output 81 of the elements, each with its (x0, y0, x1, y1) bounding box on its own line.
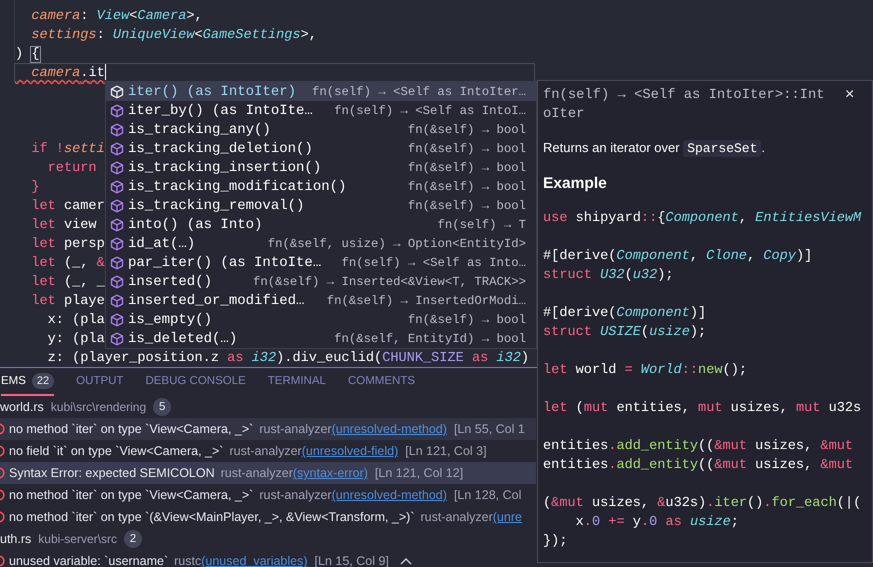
code-line: y: (pla (46, 331, 106, 348)
description-text: Returns an iterator over SparseSet . (543, 139, 766, 159)
completion-item[interactable]: is_tracking_any() fn(&self) → bool (106, 120, 536, 139)
file-name[interactable]: uth.rs (0, 532, 32, 546)
completion-item[interactable]: inserted() fn(&self) → Inserted<&View<T, TRACK>> (106, 272, 536, 291)
cube-icon (110, 104, 124, 118)
completion-item[interactable]: is_tracking_insertion() fn(&self) → bool (106, 158, 536, 177)
problem-row[interactable]: no field `it` on type `View<Camera, _>` rust-analyzer(unresolved-field) [Ln 121, Col 3] (0, 440, 536, 462)
completion-item[interactable]: is_tracking_removal() fn(&self) → bool (106, 196, 536, 215)
function-signature: fn(self) → <Self as IntoIter>::IntoIter (543, 87, 826, 124)
code-line: let playe (30, 293, 106, 310)
panel-tab[interactable]: COMMENTS (348, 368, 416, 396)
close-button[interactable]: × (841, 86, 858, 104)
file-path: kubi\src\rendering (50, 400, 146, 414)
rule-link[interactable]: (unresolved-method) (332, 422, 447, 436)
problem-row[interactable]: Syntax Error: expected SEMICOLON rust-analyzer(syntax-error) [Ln 121, Col 12] (0, 462, 536, 484)
cube-icon (110, 256, 124, 270)
code-line: struct USIZE(usize); (543, 324, 708, 342)
completion-item[interactable]: is_tracking_modification() fn(&self) → bool (106, 177, 536, 196)
code-line: let (_, & (30, 255, 106, 272)
problem-row[interactable]: no method `iter` on type `View<Camera, _>` rust-analyzer(unresolved-method) [Ln 128, Col (0, 484, 536, 506)
code-line: entities.add_entity((&mut usizes, &mut (543, 457, 854, 475)
problem-row[interactable]: no method `iter` on type `(&View<MainPlayer, _>, &View<Transform, _>)` rust-analyzer(unre (0, 506, 536, 528)
completion-item[interactable]: is_deleted(…) fn(&self, EntityId) → bool (106, 329, 536, 348)
completion-item[interactable]: is_tracking_deletion() fn(&self) → bool (106, 139, 536, 158)
cube-icon (110, 160, 124, 174)
code-line: camera: View<Camera>, (30, 8, 204, 25)
code-line: } (30, 179, 40, 196)
code-line: let view (30, 217, 98, 234)
rule-link[interactable]: (unresolved-method) (332, 488, 447, 502)
code-line: let world = World::new(); (543, 362, 748, 380)
cube-icon (110, 84, 124, 98)
completion-item[interactable]: inserted_or_modified… fn(&self) → InsertedOrModi… (106, 291, 536, 310)
completion-item[interactable]: into() (as Into) fn(self) → T (106, 215, 536, 234)
code-line: if !setti (30, 141, 106, 158)
cube-icon (110, 142, 124, 156)
section-heading: Example (543, 175, 608, 193)
completion-item[interactable]: iter() (as IntoIter) fn(self) → <Self as IntoIter… (106, 82, 536, 101)
problem-count-badge: 2 (124, 530, 142, 548)
cube-icon (110, 122, 124, 136)
code-line: x.0 += y.0 as usize; (574, 514, 740, 532)
code-line: #[derive(Component)] (543, 305, 708, 323)
code-line: settings: UniqueView<GameSettings>, (30, 27, 318, 44)
completion-item[interactable]: id_at(…) fn(&self, usize) → Option<EntityId> (106, 234, 536, 253)
completion-item[interactable]: par_iter() (as IntoIte… fn(self) → <Self as Into… (106, 253, 536, 272)
cube-icon (110, 312, 124, 326)
completion-item[interactable]: iter_by() (as IntoIte… fn(self) → <Self as IntoI… (106, 101, 536, 120)
chevron-up-icon[interactable] (398, 556, 413, 566)
code-line: (&mut usizes, &u32s).iter().for_each(|( (543, 495, 862, 513)
code-line: let camer (30, 198, 106, 215)
panel-tab[interactable]: EMS 22 (1, 368, 54, 396)
problem-count-badge: 5 (153, 398, 172, 416)
code-line: return (46, 160, 98, 177)
text-cursor (104, 64, 106, 80)
panel-tab[interactable]: TERMINAL (268, 368, 326, 396)
problem-row[interactable]: no method `iter` on type `View<Camera, _>` rust-analyzer(unresolved-method) [Ln 55, Col 1 (0, 418, 536, 440)
code-line: }); (543, 533, 568, 551)
cube-icon (110, 218, 124, 232)
rule-link[interactable]: (unresolved-field) (302, 444, 398, 458)
cube-icon (110, 236, 124, 250)
cube-icon (110, 332, 124, 346)
code-line: entities.add_entity((&mut usizes, &mut (543, 438, 854, 456)
file-name[interactable]: world.rs (0, 400, 44, 414)
code-line: let (mut entities, mut usizes, mut u32s (543, 400, 862, 418)
code-line: let (_, _ (30, 274, 106, 291)
code-line: z: (player_position.z as i32).div_euclid(CHUNK_SIZE as i32) (46, 350, 530, 367)
code-line: let persp (30, 236, 106, 253)
cube-icon (110, 294, 124, 308)
code-line: struct U32(u32); (543, 267, 675, 285)
cube-icon (110, 274, 124, 288)
panel-tab[interactable]: OUTPUT (76, 368, 124, 396)
panel-tab[interactable]: DEBUG CONSOLE (145, 368, 246, 396)
code-line: ) { (14, 46, 40, 63)
code-line: #[derive(Component, Clone, Copy)] (543, 248, 814, 266)
cube-icon (110, 180, 124, 194)
completion-item[interactable]: is_empty() fn(&self) → bool (106, 310, 536, 329)
code-line: use shipyard::{Component, EntitiesViewM (543, 210, 862, 228)
file-path: kubi-server\src (38, 532, 117, 546)
rule-link[interactable]: (unre (492, 510, 522, 524)
cube-icon (110, 198, 124, 212)
code-line: x: (pla (46, 312, 106, 329)
